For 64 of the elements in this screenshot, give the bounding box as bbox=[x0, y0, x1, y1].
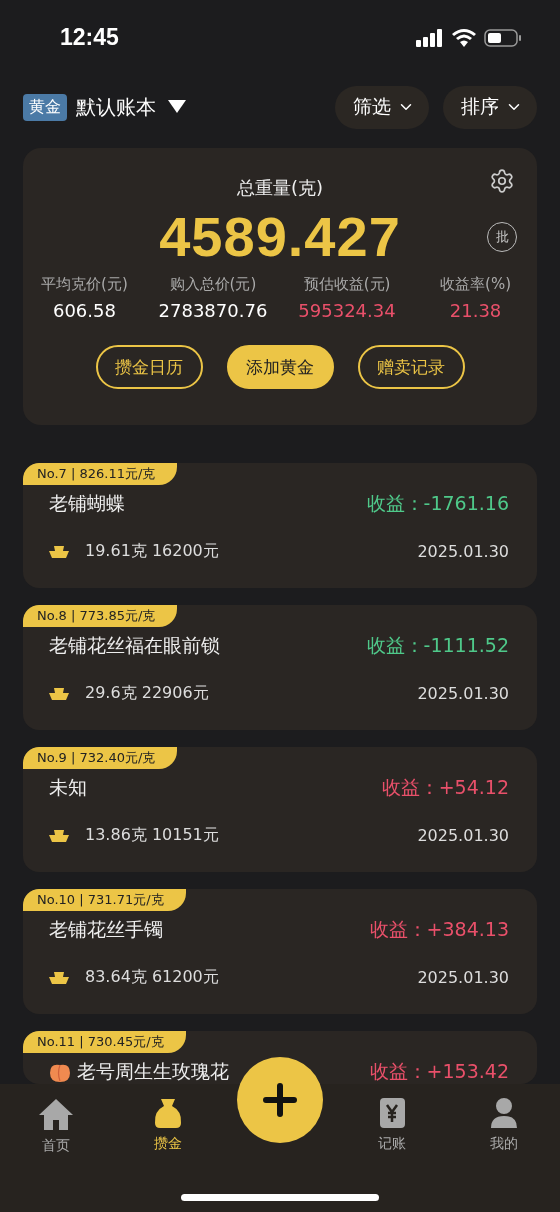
filter-button[interactable]: 筛选 bbox=[335, 85, 429, 129]
item-name: 老铺花丝手镯 bbox=[49, 917, 163, 942]
sort-button[interactable]: 排序 bbox=[443, 85, 537, 129]
ingot-icon bbox=[49, 686, 69, 701]
item-profit: 收益：-1111.52 bbox=[366, 633, 509, 658]
ingot-icon bbox=[49, 544, 69, 559]
tab-item[interactable]: 攒金 bbox=[112, 1096, 224, 1160]
item-card[interactable]: No.9 | 732.40元/克 未知 收益：+54.12 13.86克 10151元 2025.01.30 bbox=[23, 747, 537, 872]
battery-icon bbox=[484, 28, 522, 47]
item-price-tag: No.8 | 773.85元/克 bbox=[23, 605, 178, 627]
status-time: 12:45 bbox=[60, 24, 119, 51]
item-card[interactable]: No.10 | 731.71元/克 老铺花丝手镯 收益：+384.13 83.64克 61200元 2025.01.30 bbox=[23, 889, 537, 1014]
item-price-tag: No.7 | 826.11元/克 bbox=[23, 463, 178, 485]
item-card[interactable]: No.11 | 730.45元/克 老号周生生玫瑰花 收益：+153.42 bbox=[23, 1031, 537, 1084]
dropdown-triangle-icon[interactable] bbox=[168, 100, 186, 114]
item-name: 老铺花丝福在眼前锁 bbox=[49, 633, 220, 658]
item-profit: 收益：+153.42 bbox=[369, 1059, 509, 1084]
item-price-tag: No.10 | 731.71元/克 bbox=[23, 889, 186, 911]
item-detail: 13.86克 10151元 bbox=[85, 825, 219, 846]
ledger-icon bbox=[378, 1097, 406, 1129]
wifi-icon bbox=[452, 28, 476, 47]
tab-item[interactable]: 首页 bbox=[0, 1096, 112, 1160]
settings-icon[interactable] bbox=[489, 168, 515, 194]
signal-icon bbox=[416, 28, 444, 47]
item-name: 老号周生生玫瑰花 bbox=[77, 1059, 229, 1084]
stat-value: 606.58 bbox=[52, 300, 116, 321]
plus-icon bbox=[263, 1083, 297, 1117]
stat-label: 平均克价(元) bbox=[41, 275, 128, 294]
home-icon bbox=[38, 1097, 74, 1131]
item-card[interactable]: No.7 | 826.11元/克 老铺蝴蝶 收益：-1761.16 19.61克 16200元 2025.01.30 bbox=[23, 463, 537, 588]
item-price-tag: No.11 | 730.45元/克 bbox=[23, 1031, 186, 1053]
ingot-icon bbox=[49, 970, 69, 985]
account-book-title[interactable]: 默认账本 bbox=[76, 93, 156, 121]
stat-value: 2783870.76 bbox=[158, 300, 268, 321]
stat-label: 预估收益(元) bbox=[303, 275, 391, 294]
item-card[interactable]: No.8 | 773.85元/克 老铺花丝福在眼前锁 收益：-1111.52 29.6克 22906元 2025.01.30 bbox=[23, 605, 537, 730]
action-button[interactable]: 添加黄金 bbox=[226, 345, 334, 389]
money-bag-icon bbox=[154, 1097, 182, 1129]
stat-label: 购入总价(元) bbox=[169, 275, 257, 294]
item-date: 2025.01.30 bbox=[417, 968, 509, 987]
item-name: 未知 bbox=[49, 775, 87, 800]
tab-item[interactable]: 记账 bbox=[336, 1096, 448, 1160]
item-date: 2025.01.30 bbox=[417, 684, 509, 703]
item-price-tag: No.9 | 732.40元/克 bbox=[23, 747, 178, 769]
ingot-icon bbox=[49, 828, 69, 843]
stat-value: 21.38 bbox=[449, 300, 502, 321]
tab-item[interactable]: 我的 bbox=[448, 1096, 560, 1160]
item-profit: 收益：-1761.16 bbox=[366, 491, 509, 516]
item-name: 老铺蝴蝶 bbox=[49, 491, 125, 516]
action-button[interactable]: 赠卖记录 bbox=[357, 345, 465, 389]
item-date: 2025.01.30 bbox=[417, 826, 509, 845]
item-date: 2025.01.30 bbox=[417, 542, 509, 561]
total-weight: 4589.427 bbox=[159, 204, 401, 269]
item-detail: 83.64克 61200元 bbox=[85, 967, 219, 988]
stat-value: 595324.34 bbox=[298, 300, 396, 321]
item-profit: 收益：+54.12 bbox=[381, 775, 509, 800]
item-detail: 19.61克 16200元 bbox=[85, 541, 219, 562]
category-tag: 黄金 bbox=[23, 93, 67, 121]
user-icon bbox=[490, 1097, 518, 1129]
item-detail: 29.6克 22906元 bbox=[85, 683, 209, 704]
summary-title: 总重量(克) bbox=[236, 176, 323, 200]
stat-label: 收益率(%) bbox=[440, 275, 511, 294]
item-profit: 收益：+384.13 bbox=[369, 917, 509, 942]
action-button[interactable]: 攒金日历 bbox=[95, 345, 203, 389]
